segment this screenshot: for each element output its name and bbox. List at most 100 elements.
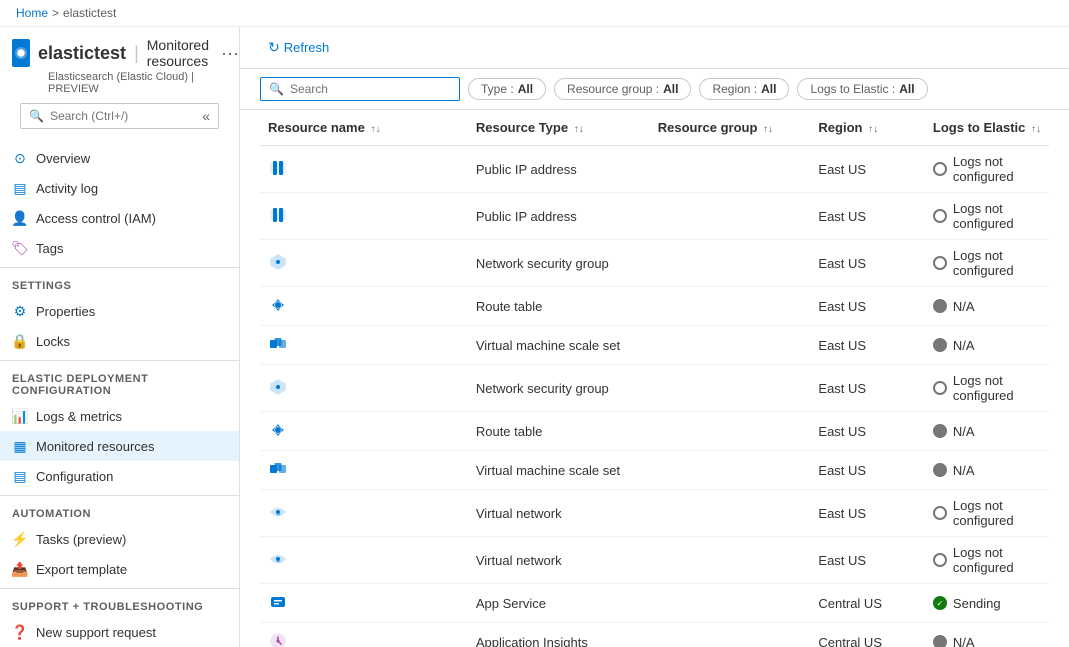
sidebar-item-monitored-resources[interactable]: ▦ Monitored resources	[0, 431, 239, 461]
cell-logs: Logs not configured	[925, 193, 1049, 240]
cell-logs: N/A	[925, 623, 1049, 647]
cell-name	[260, 146, 468, 193]
status-dot	[933, 209, 947, 223]
cell-group	[650, 365, 811, 412]
cell-type: Route table	[468, 412, 650, 451]
table-body: Public IP address East US Logs not confi…	[260, 146, 1049, 647]
sidebar-item-configuration[interactable]: ▤ Configuration	[0, 461, 239, 491]
cell-group	[650, 193, 811, 240]
table-row: Network security group East US Logs not …	[260, 365, 1049, 412]
table-row: Virtual machine scale set East US N/A	[260, 326, 1049, 365]
status-dot	[933, 381, 947, 395]
status-label: N/A	[953, 424, 975, 439]
sidebar-item-label: Monitored resources	[36, 439, 155, 454]
sidebar-item-new-support[interactable]: ❓ New support request	[0, 617, 239, 647]
table-row: Route table East US N/A	[260, 287, 1049, 326]
cell-logs: N/A	[925, 326, 1049, 365]
filter-chip-region[interactable]: Region : All	[699, 78, 789, 100]
sidebar-search-box[interactable]: 🔍 «	[20, 103, 219, 129]
search-icon: 🔍	[29, 109, 44, 123]
cell-name: ↔	[260, 537, 468, 584]
status-badge: N/A	[933, 338, 1041, 353]
breadcrumb: Home > elastictest	[0, 0, 1069, 27]
status-badge: N/A	[933, 463, 1041, 478]
cell-type: Route table	[468, 287, 650, 326]
cell-region: Central US	[810, 623, 925, 647]
cell-group	[650, 412, 811, 451]
cell-name	[260, 193, 468, 240]
table-row: App Service Central US Sending	[260, 584, 1049, 623]
status-label: Logs not configured	[953, 545, 1041, 575]
col-header-region[interactable]: Region ↑↓	[810, 110, 925, 146]
col-header-name[interactable]: Resource name ↑↓	[260, 110, 468, 146]
cell-logs: Logs not configured	[925, 490, 1049, 537]
cell-name	[260, 240, 468, 287]
cell-region: East US	[810, 240, 925, 287]
sidebar-item-logs-metrics[interactable]: 📊 Logs & metrics	[0, 401, 239, 431]
cell-type: Network security group	[468, 240, 650, 287]
sidebar-search-input[interactable]	[50, 109, 196, 123]
sidebar-item-overview[interactable]: ⊙ Overview	[0, 143, 239, 173]
cell-region: East US	[810, 287, 925, 326]
refresh-button[interactable]: ↻ Refresh	[260, 35, 337, 60]
resource-icon	[268, 158, 288, 178]
cell-type: Application Insights	[468, 623, 650, 647]
filter-search-box[interactable]: 🔍	[260, 77, 460, 101]
col-header-group[interactable]: Resource group ↑↓	[650, 110, 811, 146]
grid-icon: ▦	[12, 438, 28, 454]
sidebar-title: elastictest	[38, 43, 126, 64]
sidebar-item-properties[interactable]: ⚙ Properties	[0, 296, 239, 326]
status-label: Logs not configured	[953, 201, 1041, 231]
status-label: N/A	[953, 299, 975, 314]
sidebar-title-row: elastictest | Monitored resources ···	[12, 37, 227, 69]
sidebar-subtitle: Elasticsearch (Elastic Cloud) | PREVIEW	[12, 71, 227, 95]
status-label: Logs not configured	[953, 154, 1041, 184]
resource-icon	[268, 295, 288, 315]
status-dot	[933, 256, 947, 270]
refresh-label: Refresh	[284, 40, 330, 55]
cell-name	[260, 451, 468, 490]
cell-region: East US	[810, 146, 925, 193]
cell-logs: Logs not configured	[925, 537, 1049, 584]
sidebar-item-locks[interactable]: 🔒 Locks	[0, 326, 239, 356]
sidebar-item-tags[interactable]: 🏷 Tags	[0, 233, 239, 263]
home-icon: ⊙	[12, 150, 28, 166]
status-dot	[933, 424, 947, 438]
sidebar-item-tasks[interactable]: ⚡ Tasks (preview)	[0, 524, 239, 554]
section-automation: Automation	[0, 495, 239, 524]
tag-icon: 🏷	[12, 240, 28, 256]
breadcrumb-home[interactable]: Home	[16, 6, 48, 20]
sort-icon-name: ↑↓	[370, 124, 380, 135]
status-dot	[933, 553, 947, 567]
resource-icon	[268, 252, 288, 272]
filter-chip-type[interactable]: Type : All	[468, 78, 546, 100]
status-label: N/A	[953, 338, 975, 353]
sidebar: elastictest | Monitored resources ··· El…	[0, 27, 240, 647]
sidebar-item-label: New support request	[36, 625, 156, 640]
table-container: Resource name ↑↓ Resource Type ↑↓ Resour…	[240, 110, 1069, 647]
config-icon: ▤	[12, 468, 28, 484]
status-label: N/A	[953, 463, 975, 478]
status-dot	[933, 506, 947, 520]
sidebar-item-activity-log[interactable]: ▤ Activity log	[0, 173, 239, 203]
sidebar-more[interactable]: ···	[221, 43, 239, 64]
col-header-type[interactable]: Resource Type ↑↓	[468, 110, 650, 146]
status-badge: Sending	[933, 596, 1041, 611]
table-row: Public IP address East US Logs not confi…	[260, 146, 1049, 193]
filter-search-input[interactable]	[290, 82, 451, 96]
resource-icon	[268, 377, 288, 397]
resource-icon	[268, 420, 288, 440]
cell-name	[260, 584, 468, 623]
filter-chip-logs-elastic[interactable]: Logs to Elastic : All	[797, 78, 927, 100]
col-header-logs[interactable]: Logs to Elastic ↑↓	[925, 110, 1049, 146]
table-row: Public IP address East US Logs not confi…	[260, 193, 1049, 240]
sidebar-item-label: Locks	[36, 334, 70, 349]
sidebar-item-access-control[interactable]: 👤 Access control (IAM)	[0, 203, 239, 233]
filter-chip-resource-group[interactable]: Resource group : All	[554, 78, 691, 100]
cell-region: East US	[810, 490, 925, 537]
cell-group	[650, 623, 811, 647]
status-badge: Logs not configured	[933, 373, 1041, 403]
resource-icon: ↔	[268, 549, 288, 569]
collapse-icon[interactable]: «	[202, 108, 210, 124]
sidebar-item-export-template[interactable]: 📤 Export template	[0, 554, 239, 584]
